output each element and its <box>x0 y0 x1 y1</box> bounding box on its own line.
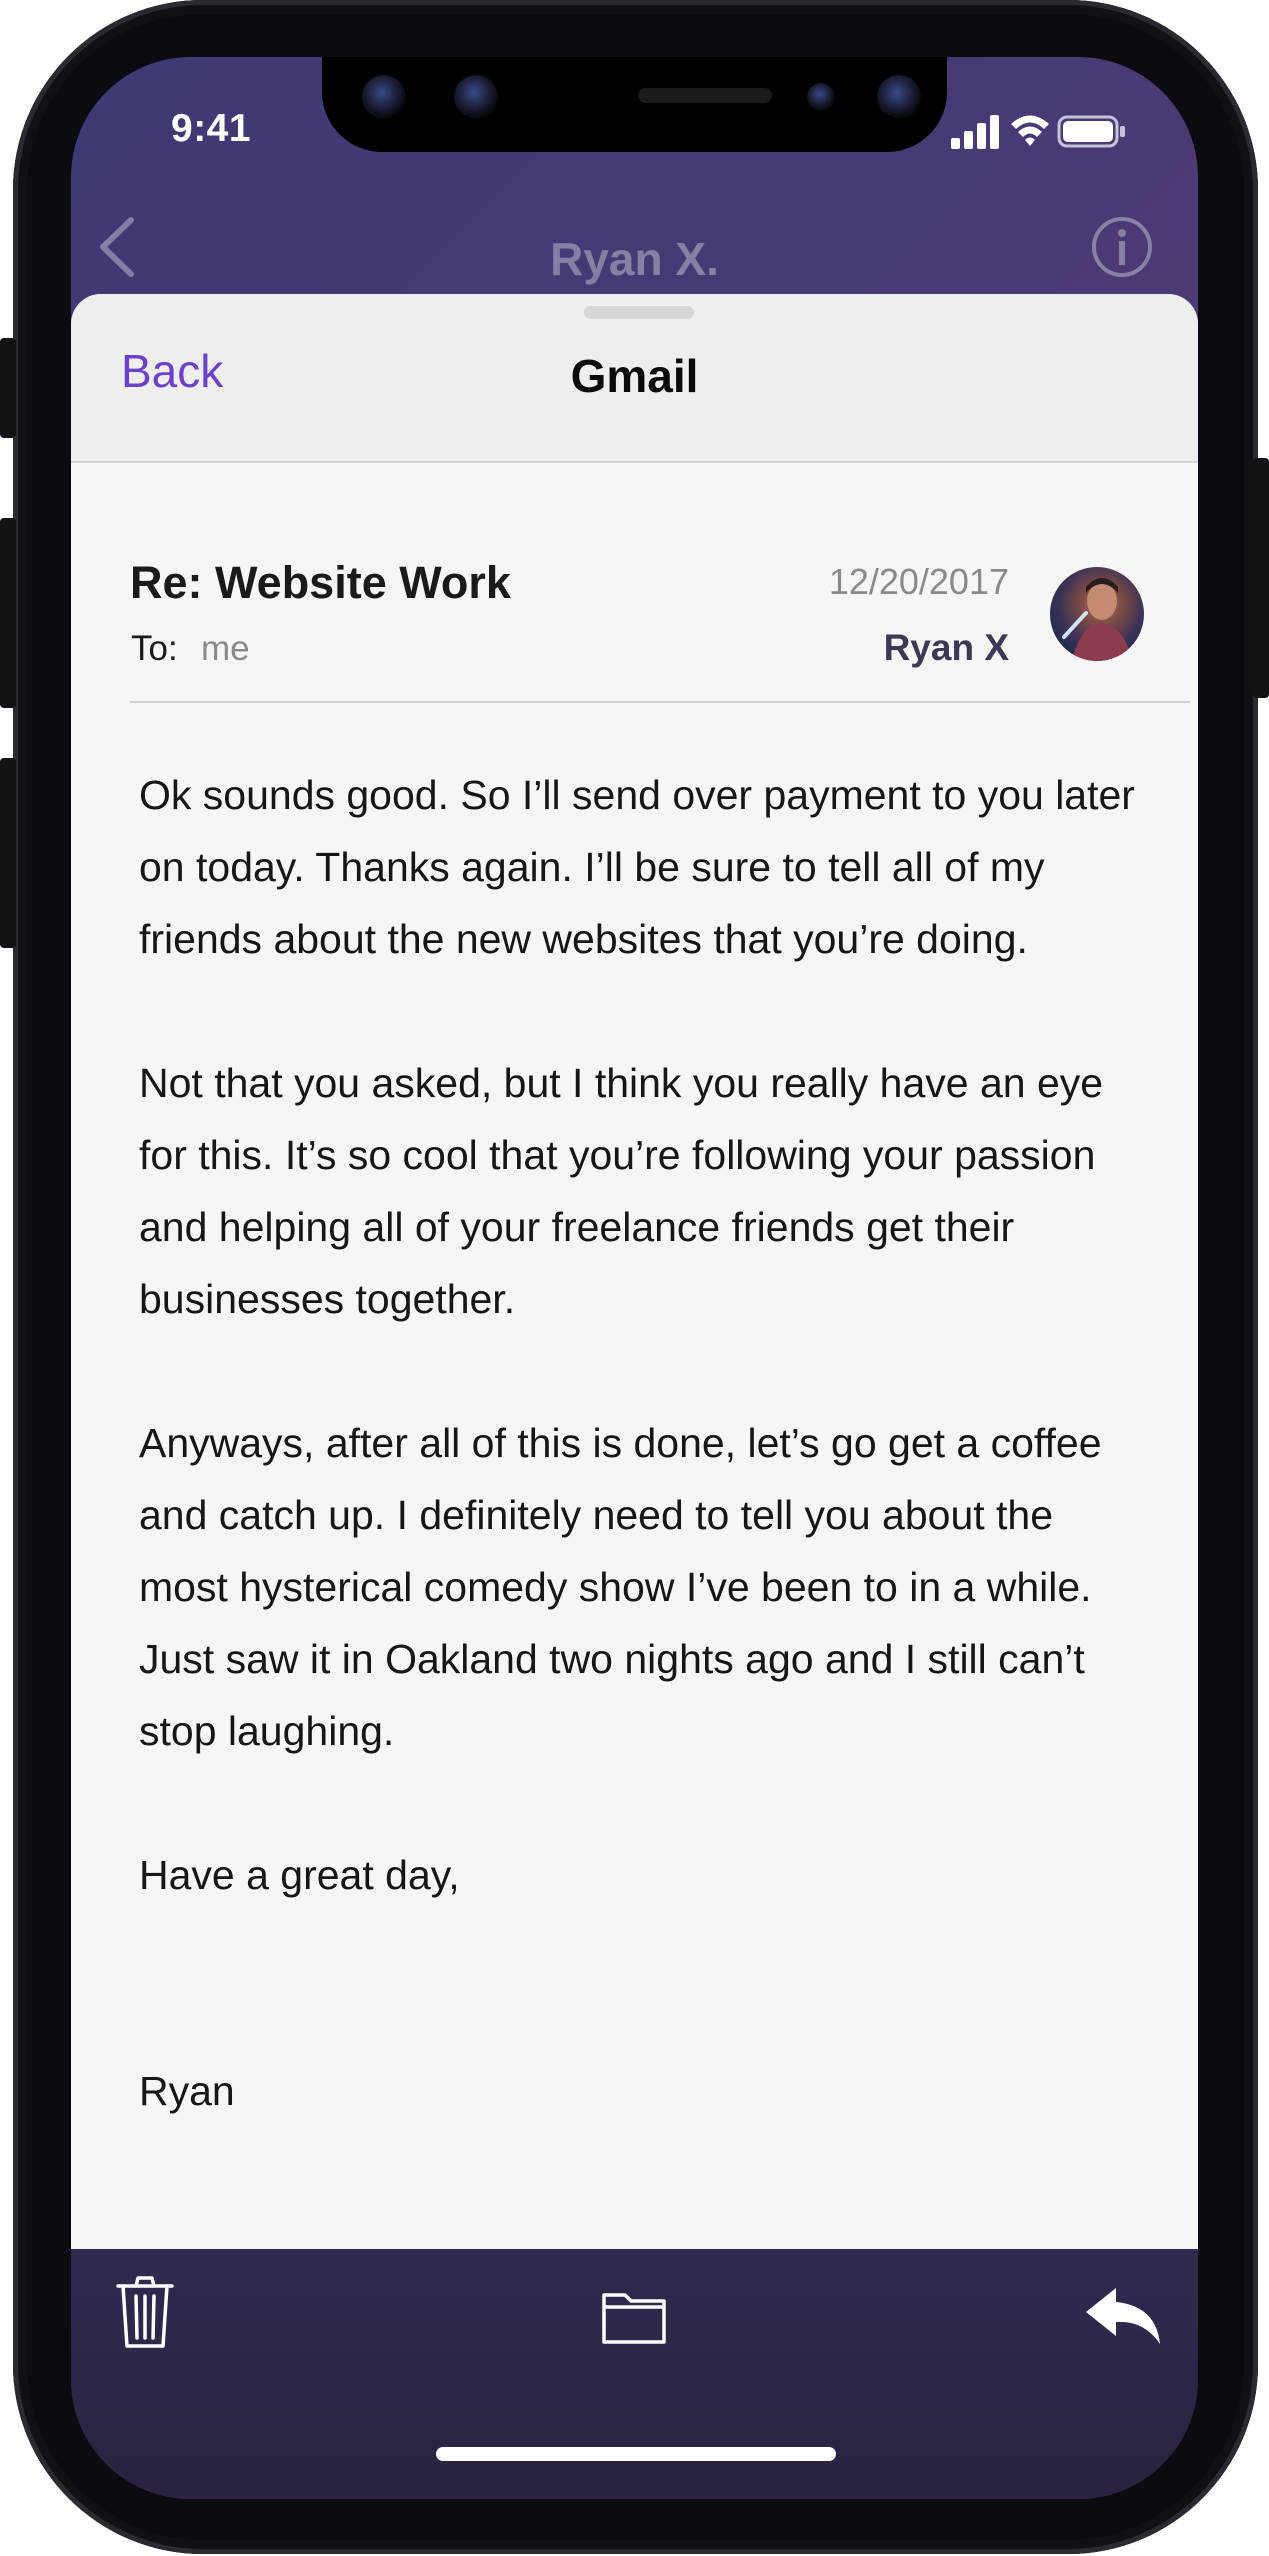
power-button <box>1253 458 1269 698</box>
ambient-sensor-icon <box>807 83 835 111</box>
sender-photo <box>1062 578 1132 661</box>
reply-icon[interactable] <box>1084 2284 1164 2346</box>
body-paragraph: Not that you asked, but I think you real… <box>139 1060 1104 1322</box>
dot-projector-icon <box>877 75 921 119</box>
cellular-signal-icon <box>951 115 999 149</box>
home-indicator[interactable] <box>436 2447 836 2461</box>
email-subject: Re: Website Work <box>130 557 511 608</box>
sender-name[interactable]: Ryan X <box>884 627 1009 669</box>
notch <box>322 57 947 152</box>
mute-switch <box>0 338 16 438</box>
volume-up-button <box>0 518 16 708</box>
front-camera-icon <box>362 75 406 119</box>
recipient: me <box>201 629 250 668</box>
wifi-icon <box>1011 115 1049 146</box>
email-date: 12/20/2017 <box>828 561 1009 602</box>
earpiece-speaker <box>638 88 772 103</box>
email-body: Ok sounds good. So I’ll send over paymen… <box>139 759 1149 2199</box>
sheet-grabber-handle[interactable] <box>584 306 694 319</box>
email-signature: Ryan <box>139 2068 235 2114</box>
volume-down-button <box>0 758 16 948</box>
body-paragraph: Have a great day, <box>139 1852 460 1898</box>
email-sheet: Back Gmail Re: Website Work To: me 12/20… <box>71 294 1198 2249</box>
body-paragraph: Ok sounds good. So I’ll send over paymen… <box>139 772 1135 962</box>
phone-screen: 9:41 Ryan X. Back Gmail Re: Website Work… <box>71 57 1198 2499</box>
bottom-toolbar <box>71 2249 1198 2499</box>
sheet-title: Gmail <box>570 350 699 402</box>
status-icons <box>951 112 1151 152</box>
header-divider <box>130 701 1190 703</box>
to-label: To: <box>131 629 178 668</box>
avatar[interactable] <box>1050 567 1144 661</box>
battery-icon <box>1057 115 1125 148</box>
folder-icon[interactable] <box>601 2289 667 2345</box>
status-time: 9:41 <box>171 107 252 150</box>
proximity-sensor-icon <box>454 75 498 119</box>
trash-icon[interactable] <box>114 2274 176 2350</box>
body-paragraph: Anyways, after all of this is done, let’… <box>139 1420 1102 1754</box>
background-conversation-title: Ryan X. <box>550 233 719 285</box>
sheet-header: Back Gmail <box>71 294 1198 463</box>
